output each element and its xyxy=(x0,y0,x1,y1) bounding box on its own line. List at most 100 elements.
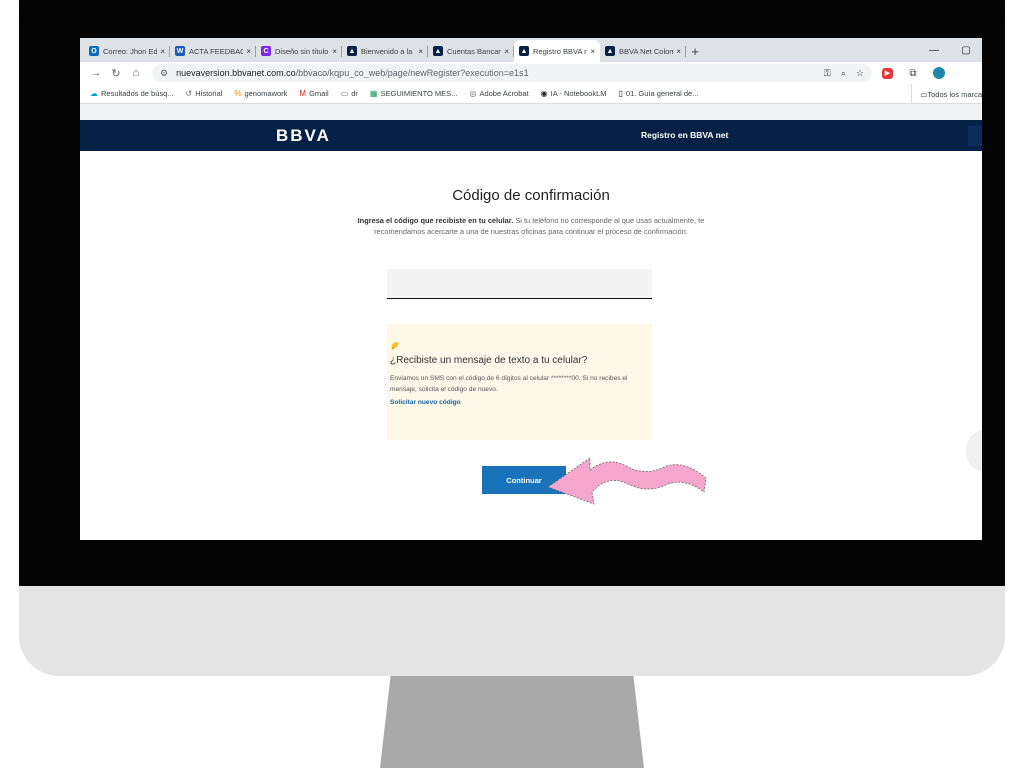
message-bell-icon xyxy=(390,340,652,352)
bookmark-label: SEGUIMIENTO MES... xyxy=(380,89,458,98)
page-title: Código de confirmación xyxy=(452,187,610,204)
sms-card-title: ¿Recibiste un mensaje de texto a tu celu… xyxy=(390,355,588,366)
genomawork-icon: % xyxy=(234,89,242,98)
bookmark-label: Adobe Acrobat xyxy=(479,89,529,98)
bookmark-label: dr xyxy=(351,89,358,98)
bookmark-label: genomawork xyxy=(244,89,288,98)
bookmark-star-icon[interactable]: ☆ xyxy=(856,68,864,79)
request-new-code-link[interactable]: Solicitar nuevo código xyxy=(390,399,652,406)
monitor-chin xyxy=(19,586,1005,676)
word-icon: W xyxy=(175,46,185,56)
tab-label: Cuentas Bancar xyxy=(447,46,501,56)
window-controls: — ▢ xyxy=(918,38,982,62)
bookmark-label: 01. Guía general de... xyxy=(625,89,699,98)
browser-tab[interactable]: ▲ Cuentas Bancar × xyxy=(428,40,514,62)
browser-tab[interactable]: ▲ Registro BBVA n × xyxy=(514,40,600,62)
tab-label: Correo: Jhon Ed xyxy=(103,46,158,56)
browser-toolbar: → ↻ ⌂ ⚙ nuevaversion.bbvanet.com.co/bbva… xyxy=(80,62,982,84)
bookmark-item[interactable]: M Gmail xyxy=(299,89,328,98)
bookmark-item[interactable]: ↺ Historial xyxy=(186,89,223,98)
browser-tab[interactable]: W ACTA FEEDBACK× xyxy=(170,40,256,62)
reload-icon[interactable]: ↻ xyxy=(106,67,126,80)
site-info-icon[interactable]: ⚙ xyxy=(160,68,168,79)
close-tab-icon[interactable]: × xyxy=(246,47,251,56)
bookmark-label: Historial xyxy=(195,89,223,98)
canva-icon: C xyxy=(261,46,271,56)
zoom-icon[interactable]: ⌕ xyxy=(841,68,846,79)
web-page: BBVA Registro en BBVA net Código de conf… xyxy=(80,120,982,540)
acrobat-icon: ◎ xyxy=(469,89,477,98)
tab-strip: OCorreo: Jhon Ed×WACTA FEEDBACK×CDiseño … xyxy=(80,38,982,62)
monitor-stand xyxy=(380,676,644,768)
extension-icon[interactable]: ▶ xyxy=(882,67,893,79)
bookmark-item[interactable]: ◉ IA - NotebookLM xyxy=(541,89,607,98)
browser-tab[interactable]: ▲ BBVA Net Colom × xyxy=(600,40,686,62)
page-content: Código de confirmación Ingresa el código… xyxy=(80,151,982,540)
bbva-icon: ▲ xyxy=(519,46,529,56)
header-menu-edge[interactable] xyxy=(968,126,982,146)
all-bookmarks-folder[interactable]: ▭ Todos los marca xyxy=(911,84,982,104)
extensions-puzzle-icon[interactable]: ⧉ xyxy=(903,68,923,79)
home-icon[interactable]: ⌂ xyxy=(126,67,146,79)
close-tab-icon[interactable]: × xyxy=(504,47,509,56)
outlook-icon: O xyxy=(89,46,99,56)
bbva-header: BBVA Registro en BBVA net xyxy=(80,120,982,151)
folder-icon: ▭ xyxy=(340,89,349,98)
bookmark-label: Resultados de búsq... xyxy=(101,89,174,98)
bookmarks-bar: ☁ Resultados de búsq... ↺ Historial% genomaw… xyxy=(80,84,982,104)
tab-label: Registro BBVA n xyxy=(533,46,588,56)
bookmark-item[interactable]: ▦ SEGUIMIENTO MES... xyxy=(370,89,458,98)
bookmark-label: IA - NotebookLM xyxy=(550,89,607,98)
minimize-button[interactable]: — xyxy=(918,45,950,56)
history-icon: ↺ xyxy=(185,89,193,98)
bbva-icon: ▲ xyxy=(605,46,615,56)
continue-button[interactable]: Continuar xyxy=(482,466,566,494)
sms-info-card: ¿Recibiste un mensaje de texto a tu celu… xyxy=(387,324,652,440)
bookmark-item[interactable]: ▭ dr xyxy=(341,89,358,98)
browser-tab[interactable]: ▲ Bienvenido a la × xyxy=(342,40,428,62)
bbva-icon: ▲ xyxy=(433,46,443,56)
tab-label: BBVA Net Colom xyxy=(619,46,674,56)
url-text[interactable]: nuevaversion.bbvanet.com.co/bbvaco/kqpu_… xyxy=(176,68,814,78)
sheets-icon: ▦ xyxy=(369,89,378,98)
browser-tab[interactable]: C Diseño sin título × xyxy=(256,40,342,62)
browser-tab[interactable]: O Correo: Jhon Ed × xyxy=(84,40,170,62)
header-title: Registro en BBVA net xyxy=(641,130,729,140)
url-path: /bbvaco/kqpu_co_web/page/newRegister?exe… xyxy=(295,68,529,78)
new-tab-button[interactable]: + xyxy=(686,40,704,62)
bbva-logo[interactable]: BBVA xyxy=(276,126,331,146)
tab-label: Bienvenido a la xyxy=(361,46,413,56)
salesforce-icon: ☁ xyxy=(90,89,98,98)
instructions-text: Ingresa el código que recibiste en tu ce… xyxy=(356,216,706,237)
floating-help-widget[interactable] xyxy=(966,431,982,471)
gmail-icon: M xyxy=(299,89,307,98)
address-bar[interactable]: ⚙ nuevaversion.bbvanet.com.co/bbvaco/kqp… xyxy=(152,64,872,82)
close-tab-icon[interactable]: × xyxy=(676,47,681,56)
bookmark-item[interactable]: ◎ Adobe Acrobat xyxy=(469,89,528,98)
bookmark-item[interactable]: ☁ Resultados de búsq... xyxy=(90,89,174,98)
folder-icon: ▭ xyxy=(920,89,928,99)
notebooklm-icon: ◉ xyxy=(540,89,548,98)
sms-card-body: Enviamos un SMS con el código de 6 dígit… xyxy=(390,375,628,393)
close-tab-icon[interactable]: × xyxy=(590,47,595,56)
all-bookmarks-label: Todos los marca xyxy=(927,89,982,99)
forward-icon[interactable]: → xyxy=(86,67,106,79)
close-tab-icon[interactable]: × xyxy=(160,47,165,56)
tab-label: ACTA FEEDBACK xyxy=(189,46,244,56)
bookmark-label: Gmail xyxy=(309,89,329,98)
confirmation-code-input[interactable] xyxy=(387,269,652,299)
bookmark-item[interactable]: % genomawork xyxy=(234,89,287,98)
password-key-icon[interactable]: ⚿ xyxy=(824,68,831,79)
instructions-bold: Ingresa el código que recibiste en tu ce… xyxy=(357,216,514,225)
browser-window: OCorreo: Jhon Ed×WACTA FEEDBACK×CDiseño … xyxy=(80,38,982,540)
monitor: OCorreo: Jhon Ed×WACTA FEEDBACK×CDiseño … xyxy=(19,0,1005,768)
restore-button[interactable]: ▢ xyxy=(950,45,982,56)
profile-avatar[interactable] xyxy=(933,67,945,79)
url-host: nuevaversion.bbvanet.com.co xyxy=(176,68,296,78)
close-tab-icon[interactable]: × xyxy=(418,47,423,56)
close-tab-icon[interactable]: × xyxy=(332,47,337,56)
notion-icon: ▯ xyxy=(618,89,623,98)
bookmark-item[interactable]: ▯ 01. Guía general de... xyxy=(619,89,699,98)
tab-label: Diseño sin título xyxy=(275,46,329,56)
bbva-icon: ▲ xyxy=(347,46,357,56)
